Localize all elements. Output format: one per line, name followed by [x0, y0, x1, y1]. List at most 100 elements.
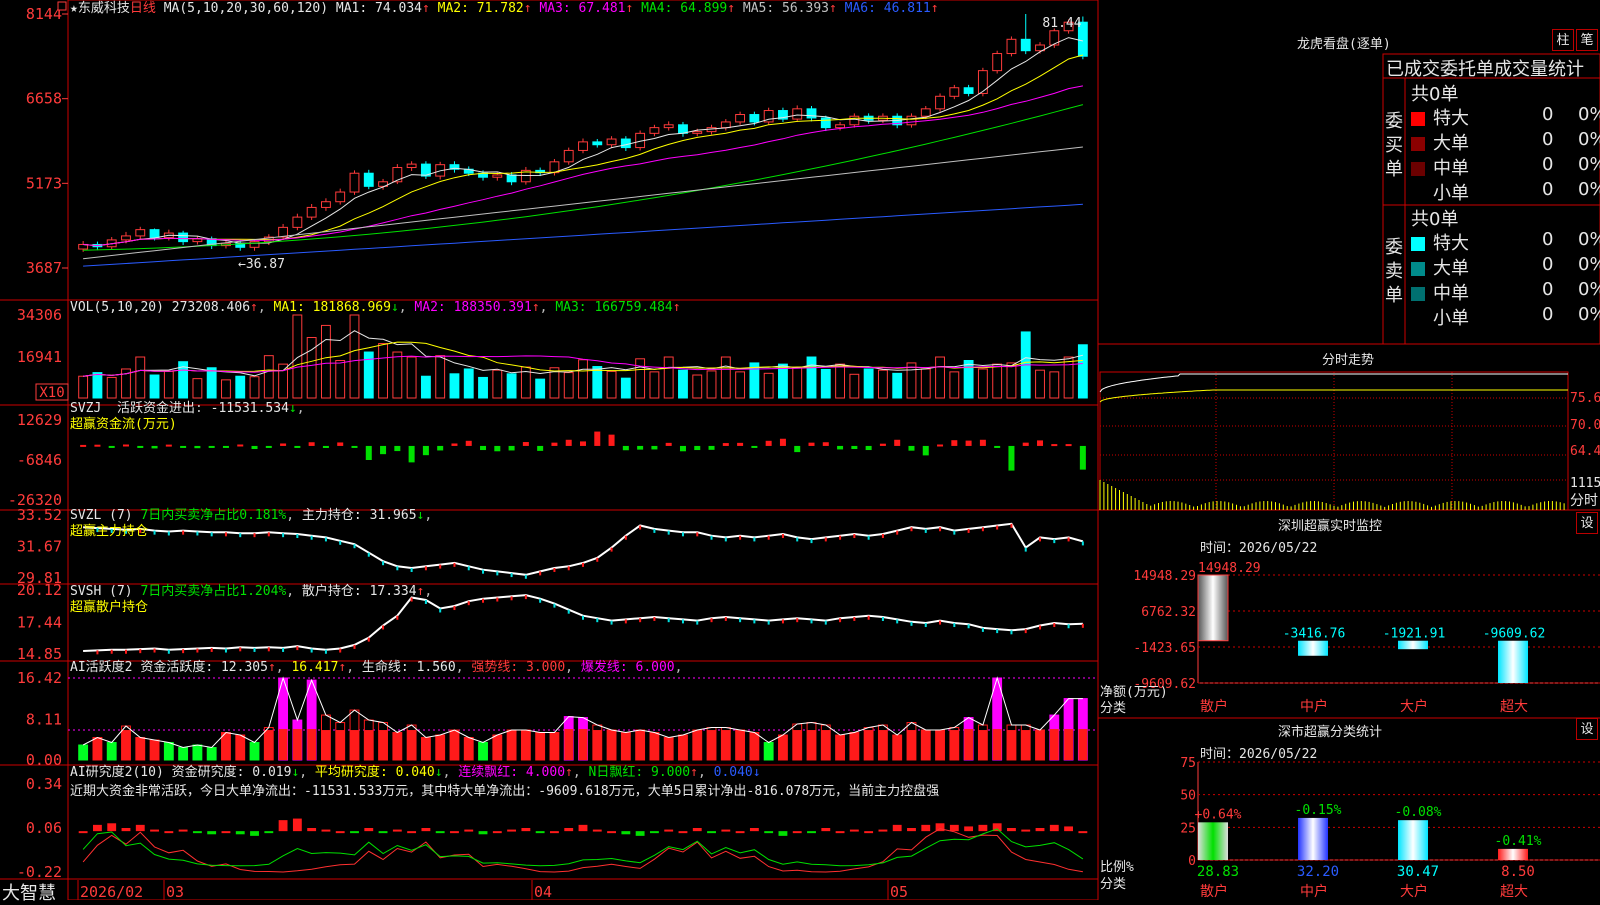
volume-bar	[663, 356, 674, 399]
svzj-bar	[937, 444, 944, 447]
ai-research-bar	[321, 829, 331, 832]
ai-active-bar	[978, 730, 988, 760]
ai-active-bar	[821, 730, 831, 760]
intraday-y-tick: 75.68	[1570, 391, 1600, 406]
classify-x-label: 大户	[1400, 883, 1428, 900]
candle	[992, 53, 1003, 72]
ai-research-bar	[264, 831, 274, 834]
x-axis-label: 04	[534, 883, 552, 900]
ai-research-bar	[521, 828, 531, 832]
ma-line-120	[83, 203, 1083, 267]
volume-bar	[963, 359, 974, 399]
svzj-bar	[922, 445, 929, 456]
color-swatch	[1411, 287, 1425, 301]
svzj-bar	[365, 445, 372, 461]
ai-active-bar	[178, 747, 188, 760]
period-label[interactable]: 日线	[130, 1, 156, 16]
x-axis-label: 03	[166, 883, 184, 900]
main-y-tick: 3687	[26, 259, 62, 277]
pen-mode-button[interactable]: 笔	[1576, 29, 1598, 51]
classify-value-label: 8.50	[1501, 864, 1535, 880]
ai-research-bar	[1064, 826, 1074, 832]
buy-total: 共0单	[1411, 84, 1459, 105]
svzj-bar	[637, 445, 644, 450]
svzl-y-tick: 33.52	[17, 506, 62, 524]
ai-active-bar	[578, 729, 588, 760]
sell-pct-3: 0%	[1578, 304, 1600, 325]
volume-bar	[592, 366, 603, 399]
ai-active-bar	[321, 730, 331, 760]
ai-active-bar	[949, 730, 959, 760]
bar-mode-button[interactable]: 柱	[1552, 29, 1574, 51]
candle	[849, 115, 860, 126]
svzl-y-tick: 31.67	[17, 537, 62, 555]
svzj-bar	[979, 439, 986, 446]
classify-settings-button[interactable]: 设	[1576, 718, 1598, 740]
volume-bar	[321, 324, 331, 399]
svzj-bar	[822, 442, 829, 446]
svzj-bar	[508, 445, 515, 451]
ai-active-bar	[1064, 729, 1074, 760]
ai-research-bar	[707, 831, 716, 834]
candle	[1006, 38, 1017, 55]
svzj-bar	[565, 439, 572, 446]
ai-active-bar	[792, 730, 802, 760]
svzj-bar	[851, 445, 858, 450]
monitor-x-label: 大户	[1400, 698, 1428, 715]
ai-active-bar	[835, 735, 845, 760]
volume-bar	[735, 371, 746, 399]
svzj-bar	[237, 444, 244, 447]
candle	[620, 138, 631, 149]
classify-y-tick: 0	[1188, 854, 1196, 869]
ai-active-bar	[649, 732, 659, 760]
ai-research-bar	[735, 831, 745, 834]
candle	[492, 174, 503, 178]
classify-bar-0	[1198, 822, 1228, 860]
svsh-subtitle: 超赢散户持仓	[70, 600, 149, 615]
intraday-y-tick: 70.07	[1570, 418, 1600, 433]
volume-bar	[1049, 371, 1060, 399]
ai-research-bar	[250, 831, 259, 836]
monitor-settings-button[interactable]: 设	[1576, 512, 1598, 534]
sell-row-3: 小单	[1411, 304, 1469, 330]
svzj-bar	[294, 445, 301, 448]
volume-bar	[206, 367, 217, 399]
ai-research-header: AI研究度2(10) 资金研究度: 0.019↓, 平均研究度: 0.040↓,…	[70, 765, 940, 799]
stock-name[interactable]: 东威科技	[78, 1, 130, 16]
buy-count-3: 0	[1542, 179, 1554, 200]
svzj-bar	[837, 445, 844, 450]
svzj-bar	[594, 431, 601, 446]
volume-bar	[435, 355, 446, 399]
ai-research-bar	[807, 831, 816, 834]
candle	[963, 87, 974, 94]
volume-bar	[806, 356, 817, 399]
svzj-bar	[337, 442, 344, 446]
order-size-label: 中单	[1433, 158, 1469, 179]
classify-bar-3	[1498, 848, 1528, 860]
buy-pct-3: 0%	[1578, 179, 1600, 200]
svzj-bar	[665, 442, 672, 446]
svzj-bar	[1037, 440, 1044, 446]
volume-bar	[192, 378, 203, 399]
sell-side-label: 委卖单	[1385, 237, 1403, 306]
svzj-bar	[94, 444, 101, 447]
svzj-subtitle: 超赢资金流(万元)	[70, 417, 177, 432]
ai-research-bar	[335, 831, 345, 834]
ma-params: MA(5,10,20,30,60,120)	[163, 1, 329, 16]
ai-active-bar	[192, 745, 202, 760]
svzj-bar	[265, 445, 272, 448]
svzj-bar	[694, 445, 701, 451]
color-swatch	[1411, 137, 1425, 151]
candle	[720, 121, 731, 129]
volume-bar	[678, 369, 688, 399]
volume-bar	[906, 362, 917, 399]
order-size-label: 特大	[1433, 233, 1469, 254]
ai-active-bar	[135, 737, 145, 760]
ai-active-bar	[921, 730, 931, 760]
order-size-label: 特大	[1433, 108, 1469, 129]
main-y-tick: 8144	[26, 5, 62, 23]
color-swatch	[1411, 187, 1425, 201]
volume-bar	[620, 377, 631, 399]
color-swatch	[1411, 162, 1425, 176]
candle	[678, 124, 688, 134]
